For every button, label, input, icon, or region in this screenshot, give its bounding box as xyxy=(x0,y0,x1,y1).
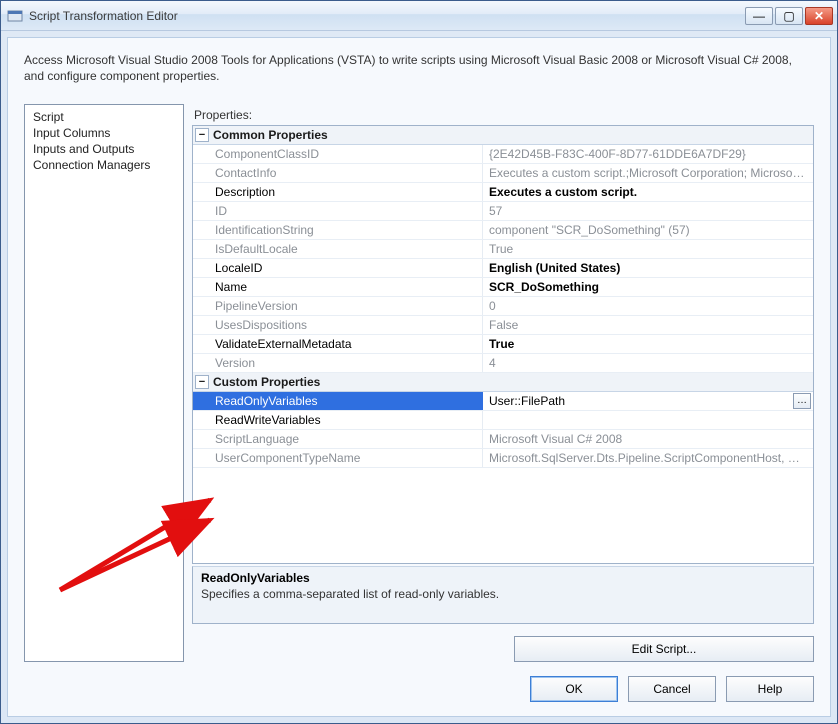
help-button[interactable]: Help xyxy=(726,676,814,702)
category-custom[interactable]: − Custom Properties xyxy=(193,373,813,392)
right-panel: Properties: − Common Properties Componen… xyxy=(192,104,814,662)
prop-validateexternalmetadata[interactable]: ValidateExternalMetadataTrue xyxy=(193,335,813,354)
maximize-button[interactable]: ▢ xyxy=(775,7,803,25)
category-label: Common Properties xyxy=(213,128,328,142)
maximize-icon: ▢ xyxy=(783,9,794,23)
nav-item-connection-managers[interactable]: Connection Managers xyxy=(27,157,181,173)
prop-readwritevariables[interactable]: ReadWriteVariables xyxy=(193,411,813,430)
client-area: Access Microsoft Visual Studio 2008 Tool… xyxy=(7,37,831,717)
edit-row: Edit Script... xyxy=(192,636,814,662)
cancel-button[interactable]: Cancel xyxy=(628,676,716,702)
nav-item-inputs-outputs[interactable]: Inputs and Outputs xyxy=(27,141,181,157)
prop-usercomponenttypename[interactable]: UserComponentTypeNameMicrosoft.SqlServer… xyxy=(193,449,813,468)
window-title: Script Transformation Editor xyxy=(29,9,745,23)
minimize-button[interactable]: — xyxy=(745,7,773,25)
prop-usesdispositions[interactable]: UsesDispositionsFalse xyxy=(193,316,813,335)
ok-button[interactable]: OK xyxy=(530,676,618,702)
prop-name[interactable]: NameSCR_DoSomething xyxy=(193,278,813,297)
prop-contactinfo[interactable]: ContactInfoExecutes a custom script.;Mic… xyxy=(193,164,813,183)
close-button[interactable]: ✕ xyxy=(805,7,833,25)
collapse-icon[interactable]: − xyxy=(195,375,209,389)
ellipsis-button[interactable]: … xyxy=(793,393,811,409)
minimize-icon: — xyxy=(753,9,765,23)
dialog-window: Script Transformation Editor — ▢ ✕ Acces… xyxy=(0,0,838,724)
nav-item-script[interactable]: Script xyxy=(27,109,181,125)
edit-script-button[interactable]: Edit Script... xyxy=(514,636,814,662)
prop-isdefaultlocale[interactable]: IsDefaultLocaleTrue xyxy=(193,240,813,259)
help-title: ReadOnlyVariables xyxy=(201,571,805,585)
close-icon: ✕ xyxy=(814,9,824,23)
property-grid[interactable]: − Common Properties ComponentClassID{2E4… xyxy=(192,125,814,564)
prop-identificationstring[interactable]: IdentificationStringcomponent "SCR_DoSom… xyxy=(193,221,813,240)
prop-localeid[interactable]: LocaleIDEnglish (United States) xyxy=(193,259,813,278)
titlebar[interactable]: Script Transformation Editor — ▢ ✕ xyxy=(1,1,837,31)
category-common[interactable]: − Common Properties xyxy=(193,126,813,145)
collapse-icon[interactable]: − xyxy=(195,128,209,142)
intro-text: Access Microsoft Visual Studio 2008 Tool… xyxy=(24,52,814,84)
properties-label: Properties: xyxy=(194,108,814,122)
nav-item-input-columns[interactable]: Input Columns xyxy=(27,125,181,141)
body: Script Input Columns Inputs and Outputs … xyxy=(24,104,814,662)
prop-id[interactable]: ID57 xyxy=(193,202,813,221)
app-icon xyxy=(7,8,23,24)
footer-buttons: OK Cancel Help xyxy=(24,676,814,702)
help-pane: ReadOnlyVariables Specifies a comma-sepa… xyxy=(192,566,814,624)
prop-pipelineversion[interactable]: PipelineVersion0 xyxy=(193,297,813,316)
prop-version[interactable]: Version4 xyxy=(193,354,813,373)
prop-componentclassid[interactable]: ComponentClassID{2E42D45B-F83C-400F-8D77… xyxy=(193,145,813,164)
prop-scriptlanguage[interactable]: ScriptLanguageMicrosoft Visual C# 2008 xyxy=(193,430,813,449)
prop-readonlyvariables[interactable]: ReadOnlyVariables User::FilePath … xyxy=(193,392,813,411)
nav-panel: Script Input Columns Inputs and Outputs … xyxy=(24,104,184,662)
window-buttons: — ▢ ✕ xyxy=(745,7,833,25)
prop-description[interactable]: DescriptionExecutes a custom script. xyxy=(193,183,813,202)
category-label: Custom Properties xyxy=(213,375,320,389)
help-description: Specifies a comma-separated list of read… xyxy=(201,587,805,601)
